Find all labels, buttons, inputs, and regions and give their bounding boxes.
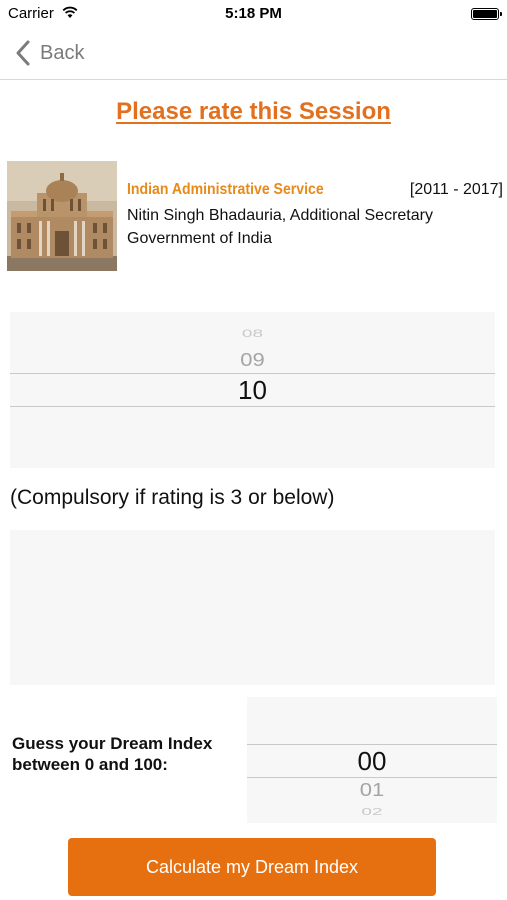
comment-textarea[interactable]: [10, 530, 495, 685]
comment-requirement-note: (Compulsory if rating is 3 or below): [10, 486, 335, 509]
back-label: Back: [40, 41, 85, 64]
picker-option[interactable]: 01: [247, 779, 497, 801]
picker-option-selected[interactable]: 10: [10, 374, 495, 406]
session-organization: Government of India: [127, 230, 272, 247]
session-photo: [7, 161, 117, 271]
chevron-left-icon: [16, 40, 30, 66]
rating-picker[interactable]: 08 09 10: [10, 312, 495, 468]
dream-index-picker[interactable]: 00 01 02: [247, 697, 497, 823]
back-button[interactable]: Back: [14, 39, 84, 67]
dream-index-label: Guess your Dream Index between 0 and 100…: [12, 734, 213, 774]
picker-selection-bottom-line: [247, 777, 497, 778]
battery-icon: [471, 8, 502, 20]
clock: 5:18 PM: [225, 5, 282, 22]
session-service: Indian Administrative Service: [127, 181, 324, 198]
calculate-dream-index-button[interactable]: Calculate my Dream Index: [68, 838, 436, 896]
picker-selection-bottom-line: [10, 406, 495, 407]
picker-option-selected[interactable]: 00: [247, 745, 497, 777]
status-bar: Carrier 5:18 PM: [0, 0, 507, 28]
navigation-bar: Back: [0, 28, 507, 80]
picker-option[interactable]: 09: [10, 348, 495, 372]
session-years: [2011 - 2017]: [409, 181, 503, 198]
picker-option[interactable]: 02: [247, 806, 497, 818]
government-building-icon: [7, 161, 117, 271]
picker-option[interactable]: 08: [10, 327, 495, 341]
page-title: Please rate this Session: [116, 98, 391, 125]
session-speaker: Nitin Singh Bhadauria, Additional Secret…: [127, 207, 433, 224]
